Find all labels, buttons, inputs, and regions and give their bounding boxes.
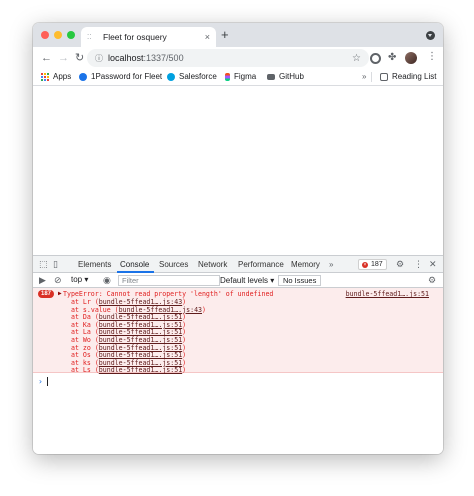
devtools-menu-icon[interactable]: ⋮ [414,259,423,269]
settings-gear-icon[interactable]: ⚙ [396,259,404,269]
tab-close-icon[interactable]: × [205,32,210,42]
context-selector[interactable]: top ▾ [71,275,88,284]
reading-list-icon [380,72,388,81]
live-expression-eye-icon[interactable]: ◉ [103,275,111,285]
folder-icon [267,73,275,80]
error-x-icon: × [362,261,368,268]
close-window-button[interactable] [41,31,49,39]
inspect-element-icon[interactable]: ⬚ [39,259,48,269]
stack-trace: at Lr (bundle-5ffead1….js:43) at s.value… [71,298,206,375]
issues-button[interactable]: No Issues [278,275,322,286]
url-text: localhost:1337/500 [108,53,184,63]
site-info-icon[interactable]: ⓘ [95,53,105,64]
more-bookmarks-button[interactable]: » [362,72,366,81]
tab-elements[interactable]: Elements [78,260,111,269]
bookmark-1password[interactable]: 1Password for Fleet [79,72,162,81]
console-filter-input[interactable]: Filter [118,275,220,286]
reading-list-button[interactable]: Reading List [380,72,436,81]
expand-triangle-icon[interactable]: ▶ [58,290,62,297]
extensions-puzzle-icon[interactable]: ✤ [388,52,396,64]
browser-toolbar: ← → ↻ ⓘ localhost:1337/500 ☆ ✤ ⋮ [33,47,443,69]
profile-avatar[interactable] [405,52,417,64]
devtools-panel: ⬚ ▯ Elements Console Sources Network Per… [33,255,443,454]
close-devtools-icon[interactable]: ✕ [429,259,437,269]
bookmark-salesforce[interactable]: Salesforce [167,72,217,81]
error-count-badge[interactable]: × 187 [358,259,387,270]
tab-sources[interactable]: Sources [159,260,188,269]
bookmark-star-icon[interactable]: ☆ [352,53,361,64]
tab-title: Fleet for osquery [103,32,167,42]
stack-frame: at Ls (bundle-5ffead1….js:51) [71,366,187,375]
log-levels-dropdown[interactable]: Default levels ▾ [220,276,274,285]
1password-extension-icon[interactable] [370,53,381,64]
devtools-tab-bar: ⬚ ▯ Elements Console Sources Network Per… [33,256,443,273]
error-text: TypeError: Cannot read property 'length'… [63,290,274,298]
tab-network[interactable]: Network [198,260,227,269]
reload-button[interactable]: ↻ [75,51,84,65]
address-bar[interactable]: ⓘ localhost:1337/500 ☆ [87,49,369,67]
page-viewport [33,86,443,255]
back-button[interactable]: ← [41,51,52,65]
repeat-count-badge: 187 [38,290,55,298]
error-source-link[interactable]: bundle-5ffead1….js:51 [346,290,429,298]
console-error-message: 187 ▶ TypeError: Cannot read property 'l… [33,288,443,375]
bookmarks-divider [371,72,372,82]
forward-button[interactable]: → [58,51,69,65]
maximize-window-button[interactable] [67,31,75,39]
tab-search-icon[interactable] [426,31,435,40]
browser-menu-icon[interactable]: ⋮ [427,51,437,62]
console-settings-gear-icon[interactable]: ⚙ [428,275,436,285]
clear-console-icon[interactable]: ⊘ [54,275,62,285]
bookmark-figma[interactable]: Figma [225,72,256,81]
sidebar-toggle-icon[interactable]: ▶ [39,275,46,285]
tab-strip: ⁚⁚ Fleet for osquery × + [33,23,443,47]
apps-grid-icon [41,72,49,81]
more-tabs-button[interactable]: » [329,260,333,269]
favicon-icon: ⁚⁚ [87,34,92,41]
browser-window: ⁚⁚ Fleet for osquery × + ← → ↻ ⓘ localho… [33,23,443,454]
info-icon [79,72,87,81]
bookmark-apps[interactable]: Apps [41,72,71,81]
console-output: 187 ▶ TypeError: Cannot read property 'l… [33,288,443,454]
tab-memory[interactable]: Memory [291,260,320,269]
console-toolbar: ▶ ⊘ top ▾ ◉ Filter Default levels ▾ No I… [33,273,443,288]
tab-fleet[interactable]: ⁚⁚ Fleet for osquery × [81,27,216,47]
minimize-window-button[interactable] [54,31,62,39]
device-toolbar-icon[interactable]: ▯ [53,259,58,269]
tab-console[interactable]: Console [120,260,149,269]
console-prompt-icon: › [38,377,43,386]
bookmarks-bar: Apps 1Password for Fleet Salesforce Figm… [33,69,443,86]
new-tab-button[interactable]: + [221,28,229,42]
figma-icon [225,72,230,81]
bookmark-github[interactable]: GitHub [267,72,304,81]
console-input[interactable] [47,377,48,386]
tab-performance[interactable]: Performance [238,260,284,269]
cloud-icon [167,72,175,81]
